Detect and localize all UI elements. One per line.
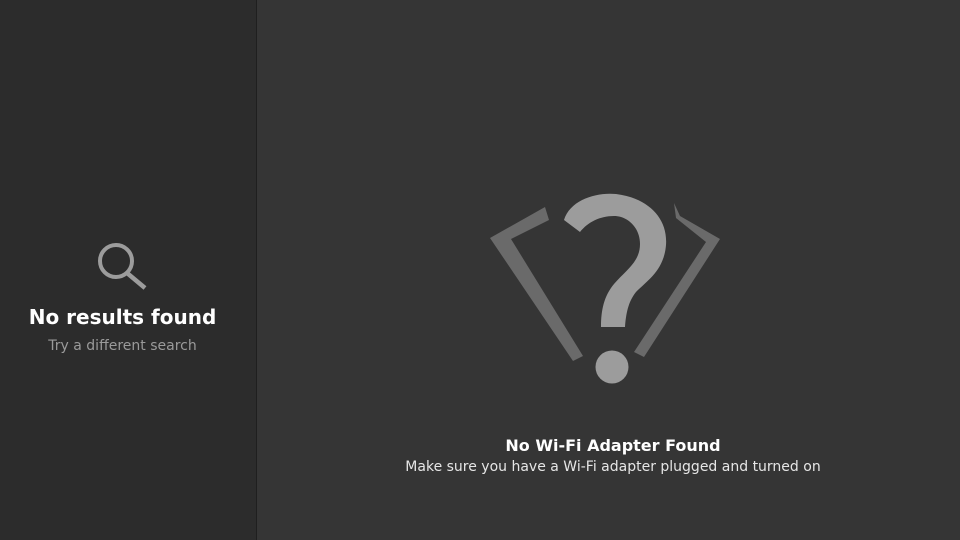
sidebar-empty-title: No results found	[28, 305, 217, 329]
wifi-adapter-question-icon	[488, 190, 738, 390]
main-content: No Wi-Fi Adapter Found Make sure you hav…	[258, 0, 960, 540]
sidebar: No results found Try a different search	[0, 0, 257, 540]
main-empty-subtitle: Make sure you have a Wi-Fi adapter plugg…	[405, 459, 821, 475]
sidebar-empty-subtitle: Try a different search	[48, 338, 197, 354]
settings-window: No results found Try a different search …	[0, 0, 960, 540]
search-icon	[96, 240, 150, 294]
main-empty-title: No Wi-Fi Adapter Found	[505, 436, 721, 455]
